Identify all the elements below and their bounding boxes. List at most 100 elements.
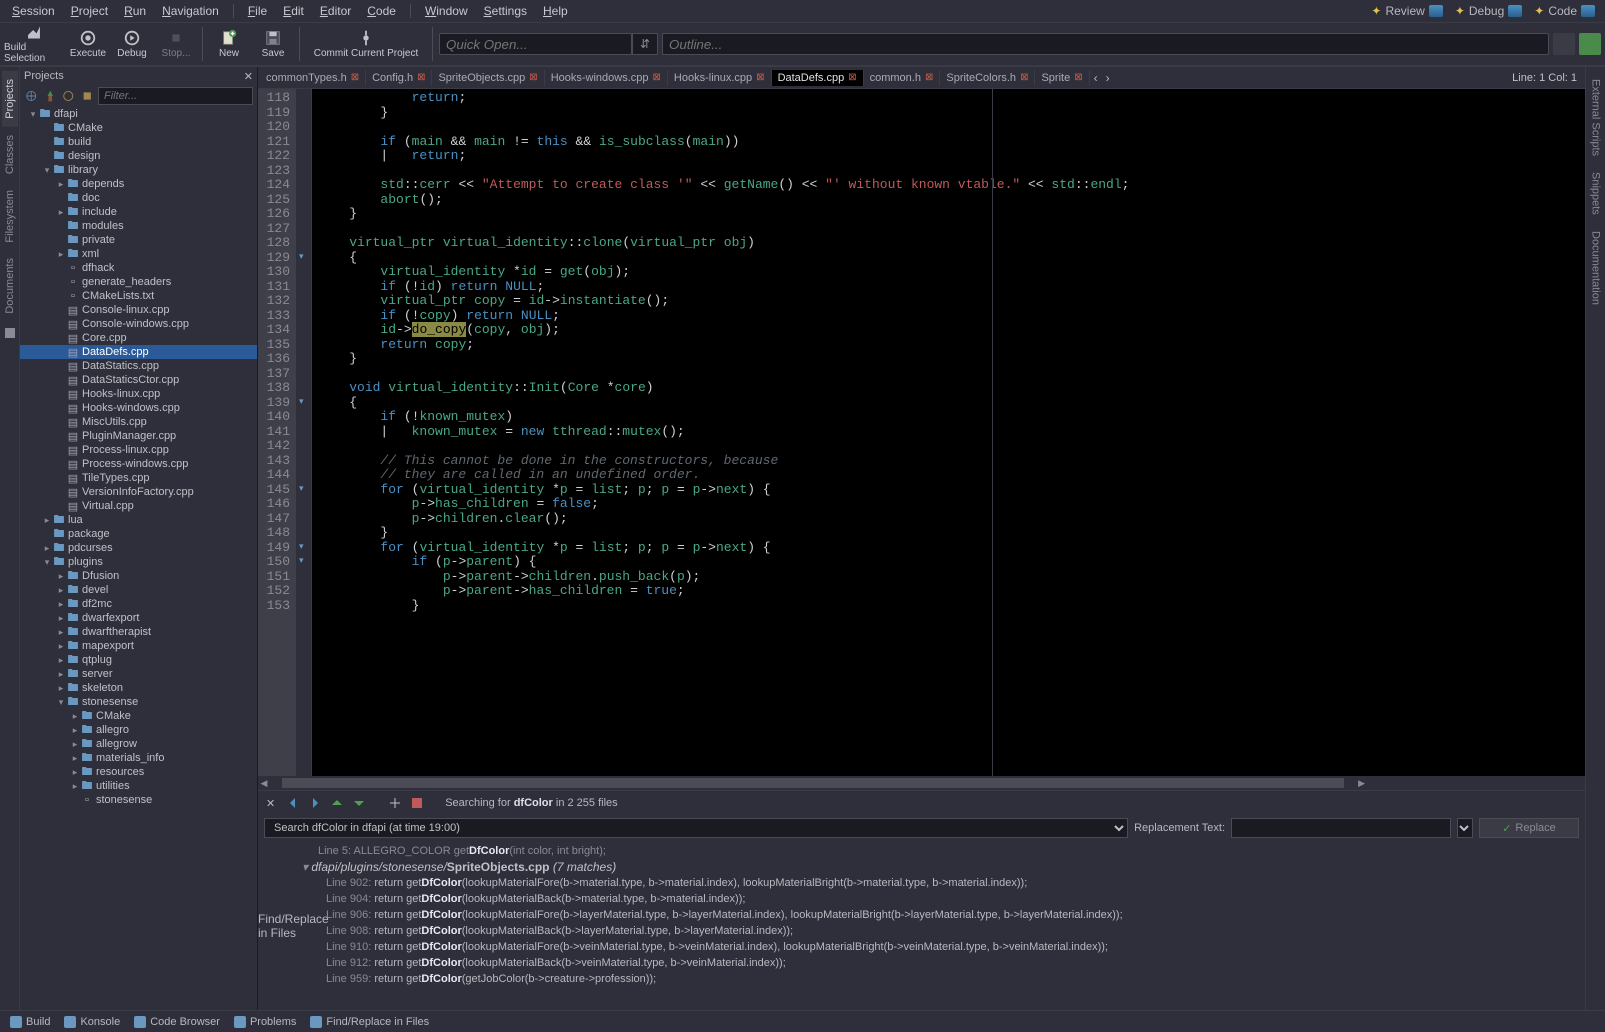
status-build[interactable]: Build — [4, 1014, 56, 1030]
expander-icon[interactable]: ▾ — [42, 557, 52, 568]
menu-file[interactable]: File — [240, 2, 275, 20]
expander-icon[interactable]: ▸ — [56, 599, 66, 610]
projects-filter-input[interactable] — [98, 87, 253, 105]
fold-marker[interactable]: ▾ — [299, 555, 309, 565]
tree-datastatics-cpp[interactable]: ▤DataStatics.cpp — [20, 359, 257, 373]
editor-tab-sprite[interactable]: Sprite⊠ — [1035, 70, 1089, 86]
tree-dwarfexport[interactable]: ▸🖿dwarfexport — [20, 611, 257, 625]
tab-close-icon[interactable]: ⊠ — [653, 72, 661, 83]
tab-close-icon[interactable]: ⊠ — [1074, 72, 1082, 83]
expander-icon[interactable]: ▾ — [28, 109, 38, 120]
tree-library[interactable]: ▾🖿library — [20, 163, 257, 177]
right-tab-snippets[interactable]: Snippets — [1588, 164, 1604, 223]
result-line[interactable]: Line 908: return getDfColor(lookupMateri… — [302, 923, 1577, 939]
expander-icon[interactable]: ▾ — [56, 697, 66, 708]
tree-hooks-windows-cpp[interactable]: ▤Hooks-windows.cpp — [20, 401, 257, 415]
menu-project[interactable]: Project — [63, 2, 116, 20]
tree-mapexport[interactable]: ▸🖿mapexport — [20, 639, 257, 653]
tree-resources[interactable]: ▸🖿resources — [20, 765, 257, 779]
tree-depends[interactable]: ▸🖿depends — [20, 177, 257, 191]
status-problems[interactable]: Problems — [228, 1014, 302, 1030]
tree-allegrow[interactable]: ▸🖿allegrow — [20, 737, 257, 751]
tree-devel[interactable]: ▸🖿devel — [20, 583, 257, 597]
search-next-icon[interactable] — [307, 795, 323, 811]
tree-modules[interactable]: 🖿modules — [20, 219, 257, 233]
right-tab-external-scripts[interactable]: External Scripts — [1588, 71, 1604, 164]
tree-private[interactable]: 🖿private — [20, 233, 257, 247]
tree-plugins[interactable]: ▾🖿plugins — [20, 555, 257, 569]
commit-project-button[interactable]: Commit Current Project — [306, 24, 426, 64]
menu-run[interactable]: Run — [116, 2, 154, 20]
proj-tool-2-icon[interactable] — [43, 88, 58, 104]
execute-button[interactable]: Execute — [68, 24, 108, 64]
proj-tool-4-icon[interactable] — [80, 88, 95, 104]
expander-icon[interactable]: ▸ — [42, 515, 52, 526]
editor-tab-hooks-windows-cpp[interactable]: Hooks-windows.cpp⊠ — [545, 70, 668, 86]
tree-skeleton[interactable]: ▸🖿skeleton — [20, 681, 257, 695]
expander-icon[interactable]: ▸ — [56, 613, 66, 624]
expander-icon[interactable]: ▸ — [56, 571, 66, 582]
left-tab-documents[interactable]: Documents — [2, 250, 18, 322]
expand-icon[interactable] — [1579, 33, 1601, 55]
menu-help[interactable]: Help — [535, 2, 576, 20]
editor-tab-commontypes-h[interactable]: commonTypes.h⊠ — [260, 70, 366, 86]
build-selection-button[interactable]: Build Selection — [4, 24, 64, 64]
tabs-scroll-left-icon[interactable]: ‹ — [1090, 71, 1102, 85]
tree-datastaticsctor-cpp[interactable]: ▤DataStaticsCtor.cpp — [20, 373, 257, 387]
left-tab-classes[interactable]: Classes — [2, 127, 18, 182]
expander-icon[interactable]: ▸ — [70, 781, 80, 792]
search-close-icon[interactable]: ✕ — [262, 797, 279, 810]
editor-tab-config-h[interactable]: Config.h⊠ — [366, 70, 432, 86]
replacement-input[interactable] — [1231, 818, 1451, 838]
tree-dfusion[interactable]: ▸🖿Dfusion — [20, 569, 257, 583]
expander-icon[interactable]: ▸ — [56, 207, 66, 218]
tree-materials-info[interactable]: ▸🖿materials_info — [20, 751, 257, 765]
menu-edit[interactable]: Edit — [275, 2, 312, 20]
tree-process-windows-cpp[interactable]: ▤Process-windows.cpp — [20, 457, 257, 471]
left-tab-filesystem[interactable]: Filesystem — [2, 182, 18, 251]
proj-tool-3-icon[interactable] — [61, 88, 76, 104]
expander-icon[interactable]: ▸ — [56, 249, 66, 260]
expander-icon[interactable]: ▸ — [56, 669, 66, 680]
quick-open-dropdown[interactable]: ⇵ — [632, 33, 658, 55]
tree-console-windows-cpp[interactable]: ▤Console-windows.cpp — [20, 317, 257, 331]
tab-close-icon[interactable]: ⊠ — [925, 72, 933, 83]
tree-hooks-linux-cpp[interactable]: ▤Hooks-linux.cpp — [20, 387, 257, 401]
editor-tab-spritecolors-h[interactable]: SpriteColors.h⊠ — [940, 70, 1035, 86]
menu-code[interactable]: Code — [359, 2, 404, 20]
editor-tab-datadefs-cpp[interactable]: DataDefs.cpp⊠ — [772, 70, 864, 86]
tab-close-icon[interactable]: ⊠ — [1020, 72, 1028, 83]
fold-column[interactable]: ▾▾▾▾▾ — [296, 89, 312, 776]
result-line[interactable]: Line 910: return getDfColor(lookupMateri… — [302, 939, 1577, 955]
menu-settings[interactable]: Settings — [476, 2, 535, 20]
projects-close-icon[interactable]: ✕ — [244, 70, 253, 83]
tree-miscutils-cpp[interactable]: ▤MiscUtils.cpp — [20, 415, 257, 429]
left-rail-icon[interactable] — [3, 326, 17, 340]
expander-icon[interactable]: ▸ — [70, 711, 80, 722]
tree-cmakelists-txt[interactable]: ▫CMakeLists.txt — [20, 289, 257, 303]
expander-icon[interactable]: ▸ — [70, 739, 80, 750]
tree-allegro[interactable]: ▸🖿allegro — [20, 723, 257, 737]
expander-icon[interactable]: ▸ — [56, 179, 66, 190]
tab-close-icon[interactable]: ⊠ — [756, 72, 764, 83]
tab-close-icon[interactable]: ⊠ — [351, 72, 359, 83]
tree-doc[interactable]: 🖿doc — [20, 191, 257, 205]
status-find-replace-in-files[interactable]: Find/Replace in Files — [304, 1014, 435, 1030]
fold-marker[interactable]: ▾ — [299, 541, 309, 551]
tab-close-icon[interactable]: ⊠ — [529, 72, 537, 83]
left-tab-projects[interactable]: Projects — [2, 71, 18, 127]
search-up-icon[interactable] — [329, 795, 345, 811]
tree-stonesense[interactable]: ▫stonesense — [20, 793, 257, 807]
outline-input[interactable] — [662, 33, 1549, 55]
tree-dfhack[interactable]: ▫dfhack — [20, 261, 257, 275]
tree-server[interactable]: ▸🖿server — [20, 667, 257, 681]
result-line[interactable]: Line 902: return getDfColor(lookupMateri… — [302, 875, 1577, 891]
replace-button[interactable]: ✓ Replace — [1479, 818, 1579, 838]
expander-icon[interactable]: ▸ — [56, 683, 66, 694]
replacement-history[interactable] — [1457, 818, 1473, 838]
fold-marker[interactable]: ▾ — [299, 483, 309, 493]
tree-stonesense[interactable]: ▾🖿stonesense — [20, 695, 257, 709]
result-line[interactable]: Line 906: return getDfColor(lookupMateri… — [302, 907, 1577, 923]
code-button[interactable]: ✦Code — [1528, 2, 1601, 20]
editor-horizontal-scrollbar[interactable]: ◀ ▶ — [258, 776, 1585, 790]
